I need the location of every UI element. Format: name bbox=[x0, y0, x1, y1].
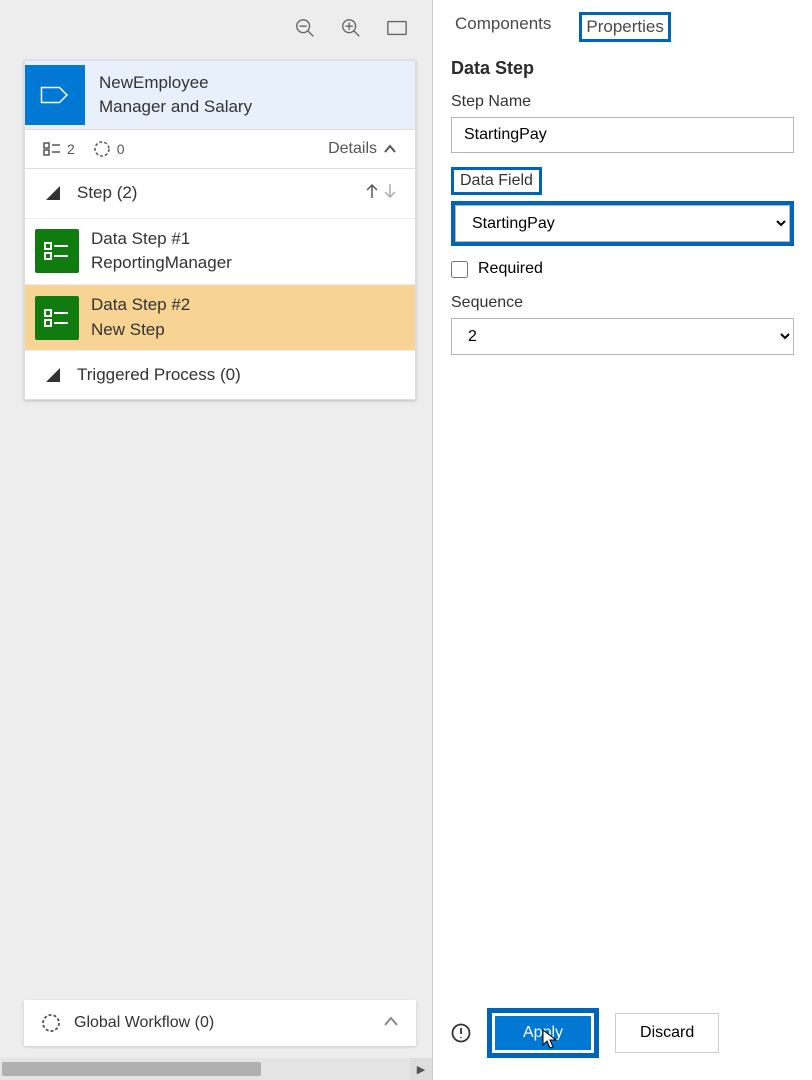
chevron-up-icon bbox=[382, 1014, 400, 1033]
data-step-title: Data Step #2 bbox=[91, 293, 190, 318]
workflow-card: NewEmployee Manager and Salary 2 0 Detai… bbox=[24, 60, 416, 400]
sequence-select[interactable]: 2 bbox=[451, 318, 794, 355]
triggered-label: Triggered Process (0) bbox=[77, 365, 241, 385]
global-workflow-label: Global Workflow (0) bbox=[74, 1014, 214, 1032]
apply-button-highlight: Apply bbox=[487, 1008, 599, 1058]
data-field-label: Data Field bbox=[451, 167, 542, 195]
cycle-count: 0 bbox=[93, 140, 125, 158]
tab-components[interactable]: Components bbox=[451, 12, 555, 42]
scrollbar-thumb[interactable] bbox=[2, 1062, 261, 1076]
required-checkbox[interactable] bbox=[451, 261, 468, 278]
global-workflow-bar[interactable]: Global Workflow (0) bbox=[24, 1000, 416, 1046]
panel-title: Data Step bbox=[451, 58, 794, 79]
data-step-icon bbox=[35, 296, 79, 340]
toolbar bbox=[0, 0, 432, 60]
apply-button[interactable]: Apply bbox=[495, 1016, 591, 1050]
properties-tabs: Components Properties bbox=[433, 0, 812, 54]
move-down-icon[interactable] bbox=[383, 183, 397, 204]
required-label: Required bbox=[478, 260, 543, 278]
triggered-process-section[interactable]: Triggered Process (0) bbox=[25, 351, 415, 399]
info-icon[interactable] bbox=[451, 1023, 471, 1043]
panel-footer: Apply Discard bbox=[433, 992, 812, 1080]
details-toggle[interactable]: Details bbox=[328, 140, 397, 158]
workflow-title: NewEmployee bbox=[99, 71, 252, 95]
workflow-subtitle: Manager and Salary bbox=[99, 95, 252, 119]
data-step-icon bbox=[35, 229, 79, 273]
cycle-icon bbox=[40, 1012, 62, 1034]
data-step-sub: New Step bbox=[91, 318, 190, 343]
scroll-right-icon[interactable]: ▶ bbox=[410, 1058, 432, 1080]
zoom-out-icon[interactable] bbox=[294, 17, 316, 44]
step-name-label: Step Name bbox=[451, 93, 531, 111]
fit-screen-icon[interactable] bbox=[386, 17, 408, 44]
sequence-label: Sequence bbox=[451, 294, 523, 312]
zoom-in-icon[interactable] bbox=[340, 17, 362, 44]
data-step-sub: ReportingManager bbox=[91, 251, 232, 276]
data-step-1[interactable]: Data Step #1 ReportingManager bbox=[25, 219, 415, 285]
data-step-2[interactable]: Data Step #2 New Step bbox=[25, 285, 415, 351]
step-section-header[interactable]: Step (2) bbox=[25, 169, 415, 219]
step-name-input[interactable] bbox=[451, 117, 794, 153]
workflow-info-bar: 2 0 Details bbox=[25, 130, 415, 169]
triangle-icon bbox=[43, 183, 63, 203]
data-field-select[interactable]: StartingPay bbox=[455, 205, 790, 242]
workflow-chevron-icon bbox=[25, 65, 85, 125]
tab-properties[interactable]: Properties bbox=[579, 12, 670, 42]
list-count: 2 bbox=[43, 141, 75, 157]
discard-button[interactable]: Discard bbox=[615, 1013, 719, 1053]
triangle-icon bbox=[43, 365, 63, 385]
step-label: Step (2) bbox=[77, 183, 137, 203]
horizontal-scrollbar[interactable]: ▶ bbox=[0, 1058, 432, 1080]
move-up-icon[interactable] bbox=[365, 183, 379, 204]
workflow-header[interactable]: NewEmployee Manager and Salary bbox=[25, 61, 415, 130]
data-step-title: Data Step #1 bbox=[91, 227, 232, 252]
